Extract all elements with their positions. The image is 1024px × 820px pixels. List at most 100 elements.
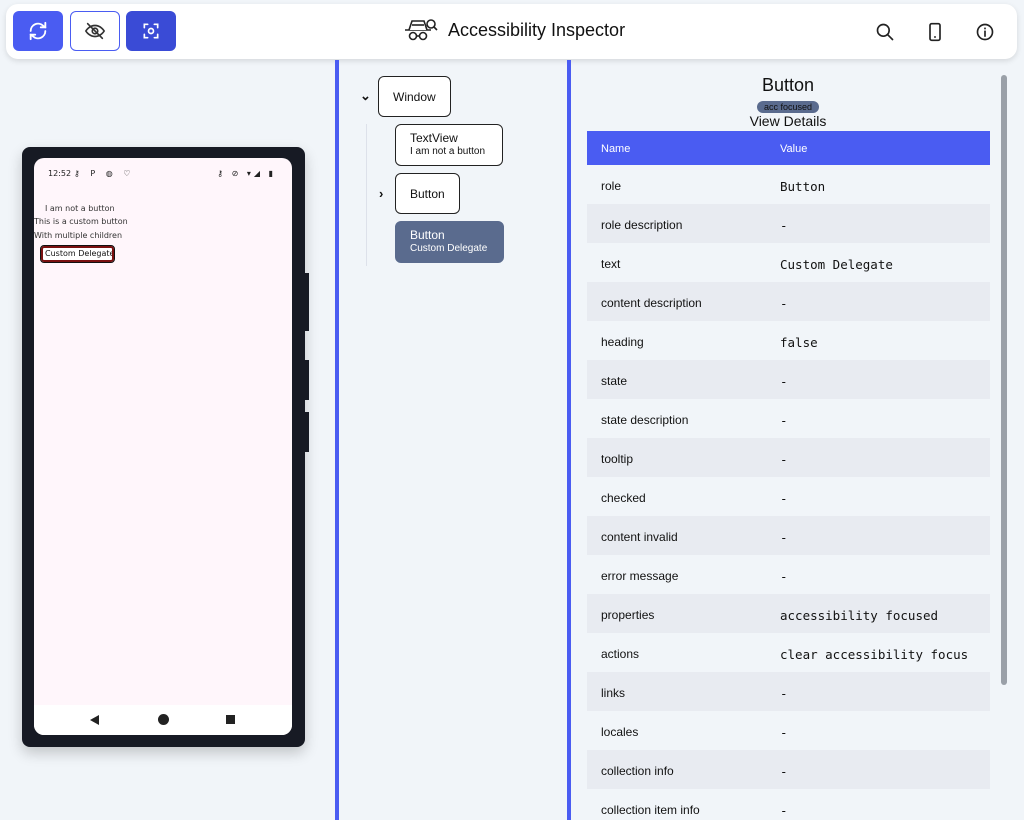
property-name: properties [601, 608, 655, 622]
table-row: locales - [587, 711, 990, 750]
property-value: false [780, 335, 818, 350]
device-nav-bar [34, 705, 292, 735]
tree-node-label: Button [410, 187, 445, 201]
column-header-name: Name [601, 143, 631, 155]
focus-scan-icon [143, 23, 159, 39]
property-value: Button [780, 179, 826, 194]
property-value: accessibility focused [780, 608, 939, 623]
table-header: Name Value [587, 131, 990, 165]
device-button[interactable] [923, 20, 947, 44]
tree-guide-line [366, 124, 367, 266]
status-system-icons: ⚷ ⊘ ▾◢ ▮ [217, 169, 276, 178]
refresh-button[interactable] [13, 11, 63, 51]
toggle-visibility-button[interactable] [70, 11, 120, 51]
details-scrollbar[interactable] [1001, 75, 1007, 685]
property-name: role [601, 179, 622, 193]
property-value: - [780, 374, 788, 389]
device-screen[interactable]: 12:52 ⚷ P ◍ ♡ ⚷ ⊘ ▾◢ ▮ I am not a button… [34, 158, 292, 735]
property-value: clear accessibility focus [780, 647, 969, 662]
table-row: collection info - [587, 750, 990, 789]
panel-divider-left[interactable] [335, 60, 339, 820]
property-value: - [780, 686, 788, 701]
tree-node-sublabel: Custom Delegate [410, 243, 488, 254]
tree-node-sublabel: I am not a button [410, 146, 486, 157]
property-name: role description [601, 218, 683, 232]
device-text-multiple-children[interactable]: With multiple children [34, 231, 122, 240]
top-toolbar: Accessibility Inspector [6, 4, 1017, 59]
property-value: - [780, 452, 788, 467]
status-time: 12:52 [48, 169, 72, 178]
tree-node-label: TextView [410, 131, 458, 145]
incognito-inspector-icon [405, 19, 438, 41]
chevron-right-icon[interactable]: › [379, 186, 383, 201]
details-title: Button [761, 75, 815, 95]
table-row: role Button [587, 165, 990, 204]
property-name: state [601, 374, 628, 388]
property-name: text [601, 257, 621, 271]
property-value: - [780, 725, 788, 740]
property-name: content description [601, 296, 702, 310]
property-name: collection info [601, 764, 674, 778]
table-row: state description - [587, 399, 990, 438]
nav-home-icon[interactable] [158, 714, 169, 725]
status-notification-icons: ⚷ P ◍ ♡ [74, 169, 135, 178]
property-name: links [601, 686, 626, 700]
property-name: content invalid [601, 530, 678, 544]
property-name: checked [601, 491, 646, 505]
info-button[interactable] [973, 20, 997, 44]
panel-divider-right[interactable] [567, 60, 571, 820]
property-value: - [780, 764, 788, 779]
device-custom-delegate-button[interactable]: Custom Delegate [40, 245, 115, 263]
phone-icon [929, 22, 941, 42]
table-row: links - [587, 672, 990, 711]
property-value: - [780, 530, 788, 545]
property-name: state description [601, 413, 689, 427]
status-badge: acc focused [756, 101, 820, 113]
tree-node-window[interactable]: Window [378, 76, 451, 117]
chevron-down-icon[interactable]: ⌄ [360, 88, 371, 104]
device-power-button [305, 273, 309, 331]
tree-node-label: Window [393, 90, 436, 104]
device-text-not-button[interactable]: I am not a button [45, 204, 115, 213]
tree-node-textview[interactable]: TextView I am not a button [395, 124, 503, 166]
table-row: tooltip - [587, 438, 990, 477]
tree-node-button[interactable]: Button [395, 173, 460, 214]
search-button[interactable] [873, 20, 897, 44]
column-header-value: Value [780, 143, 808, 155]
refresh-icon [29, 21, 47, 41]
app-title-group: Accessibility Inspector [402, 17, 625, 43]
property-value: - [780, 803, 788, 818]
property-name: locales [601, 725, 639, 739]
property-value: - [780, 413, 788, 428]
tree-node-button-selected[interactable]: Button Custom Delegate [395, 221, 504, 263]
nav-back-icon[interactable] [90, 715, 99, 725]
table-row: checked - [587, 477, 990, 516]
table-row: content invalid - [587, 516, 990, 555]
property-name: tooltip [601, 452, 634, 466]
property-value: Custom Delegate [780, 257, 893, 272]
table-row: content description - [587, 282, 990, 321]
eye-off-icon [84, 22, 106, 40]
table-row: heading false [587, 321, 990, 360]
table-row: error message - [587, 555, 990, 594]
property-name: heading [601, 335, 644, 349]
app-title: Accessibility Inspector [448, 19, 626, 40]
properties-table: Name Value role Button role description - te… [587, 131, 990, 820]
property-value: - [780, 491, 788, 506]
property-value: - [780, 218, 788, 233]
table-row: text Custom Delegate [587, 243, 990, 282]
device-volume-down [305, 412, 309, 452]
property-name: actions [601, 647, 640, 661]
focus-scan-button[interactable] [126, 11, 176, 51]
table-row: state - [587, 360, 990, 399]
nav-recents-icon[interactable] [226, 715, 235, 724]
device-text-custom-button[interactable]: This is a custom button [34, 217, 128, 226]
property-value: - [780, 296, 788, 311]
table-row: role description - [587, 204, 990, 243]
table-body: role Button role description - text Custom De… [587, 165, 990, 820]
device-status-bar: 12:52 ⚷ P ◍ ♡ ⚷ ⊘ ▾◢ ▮ [34, 166, 292, 182]
view-details-heading: View Details [749, 113, 827, 129]
table-row: collection item info - [587, 789, 990, 820]
table-row: actions clear accessibility focus [587, 633, 990, 672]
property-name: collection item info [601, 803, 700, 817]
